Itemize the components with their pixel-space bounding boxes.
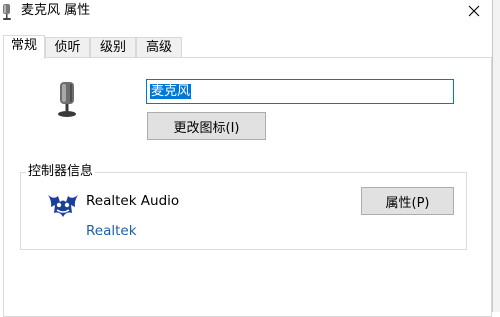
controller-vendor-link[interactable]: Realtek [86,222,137,240]
window-title: 麦克风 属性 [21,3,91,18]
close-icon [468,5,480,17]
change-icon-button[interactable]: 更改图标(I) [147,112,266,140]
realtek-logo-icon [48,195,78,217]
title-bar: 麦克风 属性 [0,0,500,30]
close-button[interactable] [456,0,492,22]
device-name-value: 麦克风 [150,84,192,99]
tab-listen[interactable]: 侦听 [45,37,90,58]
tab-strip: 常规 侦听 级别 高级 [0,35,492,59]
device-name-input[interactable]: 麦克风 [146,79,454,104]
background-strip [493,0,500,312]
tab-levels[interactable]: 级别 [90,37,136,58]
controller-name: Realtek Audio [86,193,180,209]
controller-info-title: 控制器信息 [26,164,96,180]
tab-general[interactable]: 常规 [3,35,45,59]
properties-button[interactable]: 属性(P) [361,187,454,215]
microphone-icon [58,82,76,117]
tab-advanced[interactable]: 高级 [136,37,182,58]
microphone-icon [3,4,11,20]
